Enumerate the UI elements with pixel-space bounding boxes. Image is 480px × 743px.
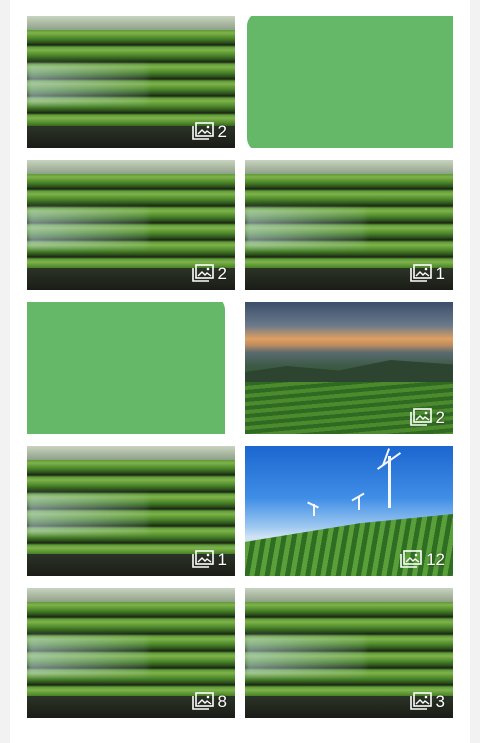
image-stack-icon (409, 692, 432, 710)
gallery-tile[interactable] (27, 302, 235, 434)
gallery-tile[interactable]: 1 (245, 160, 453, 290)
gallery-tile[interactable]: 2 (27, 160, 235, 290)
image-stack-icon (409, 408, 432, 426)
gallery-tile[interactable]: 3 (245, 588, 453, 718)
image-stack-icon (409, 264, 432, 282)
photo-count: 2 (217, 263, 227, 283)
photo-count: 8 (217, 691, 227, 711)
gallery-panel: 2 2 1 2 1 12 8 3 (10, 0, 470, 743)
image-stack-icon (191, 122, 214, 140)
gallery-tile[interactable]: 1 (27, 446, 235, 576)
photo-count: 12 (426, 549, 445, 569)
photo-count: 1 (217, 549, 227, 569)
gallery-tile[interactable]: 2 (245, 302, 453, 434)
photo-count-badge: 2 (191, 263, 227, 283)
photo-count: 1 (435, 263, 445, 283)
gallery-tile[interactable] (245, 16, 453, 148)
image-stack-icon (400, 550, 422, 568)
photo-count: 3 (435, 691, 445, 711)
photo-count: 2 (217, 121, 227, 141)
photo-count-badge: 1 (409, 263, 445, 283)
gallery-tile[interactable]: 2 (27, 16, 235, 148)
gallery-tile[interactable]: 8 (27, 588, 235, 718)
gallery-tile[interactable]: 12 (245, 446, 453, 576)
photo-count-badge: 2 (191, 121, 227, 141)
image-stack-icon (191, 264, 214, 282)
photo-count-badge: 8 (191, 691, 227, 711)
photo-count-badge: 3 (409, 691, 445, 711)
photo-count-badge: 1 (191, 549, 227, 569)
image-stack-icon (191, 550, 214, 568)
redaction-mark (247, 16, 453, 148)
photo-count: 2 (435, 407, 445, 427)
photo-count-badge: 12 (400, 550, 445, 568)
photo-count-badge: 2 (409, 407, 445, 427)
redaction-mark (27, 302, 225, 434)
image-stack-icon (191, 692, 214, 710)
